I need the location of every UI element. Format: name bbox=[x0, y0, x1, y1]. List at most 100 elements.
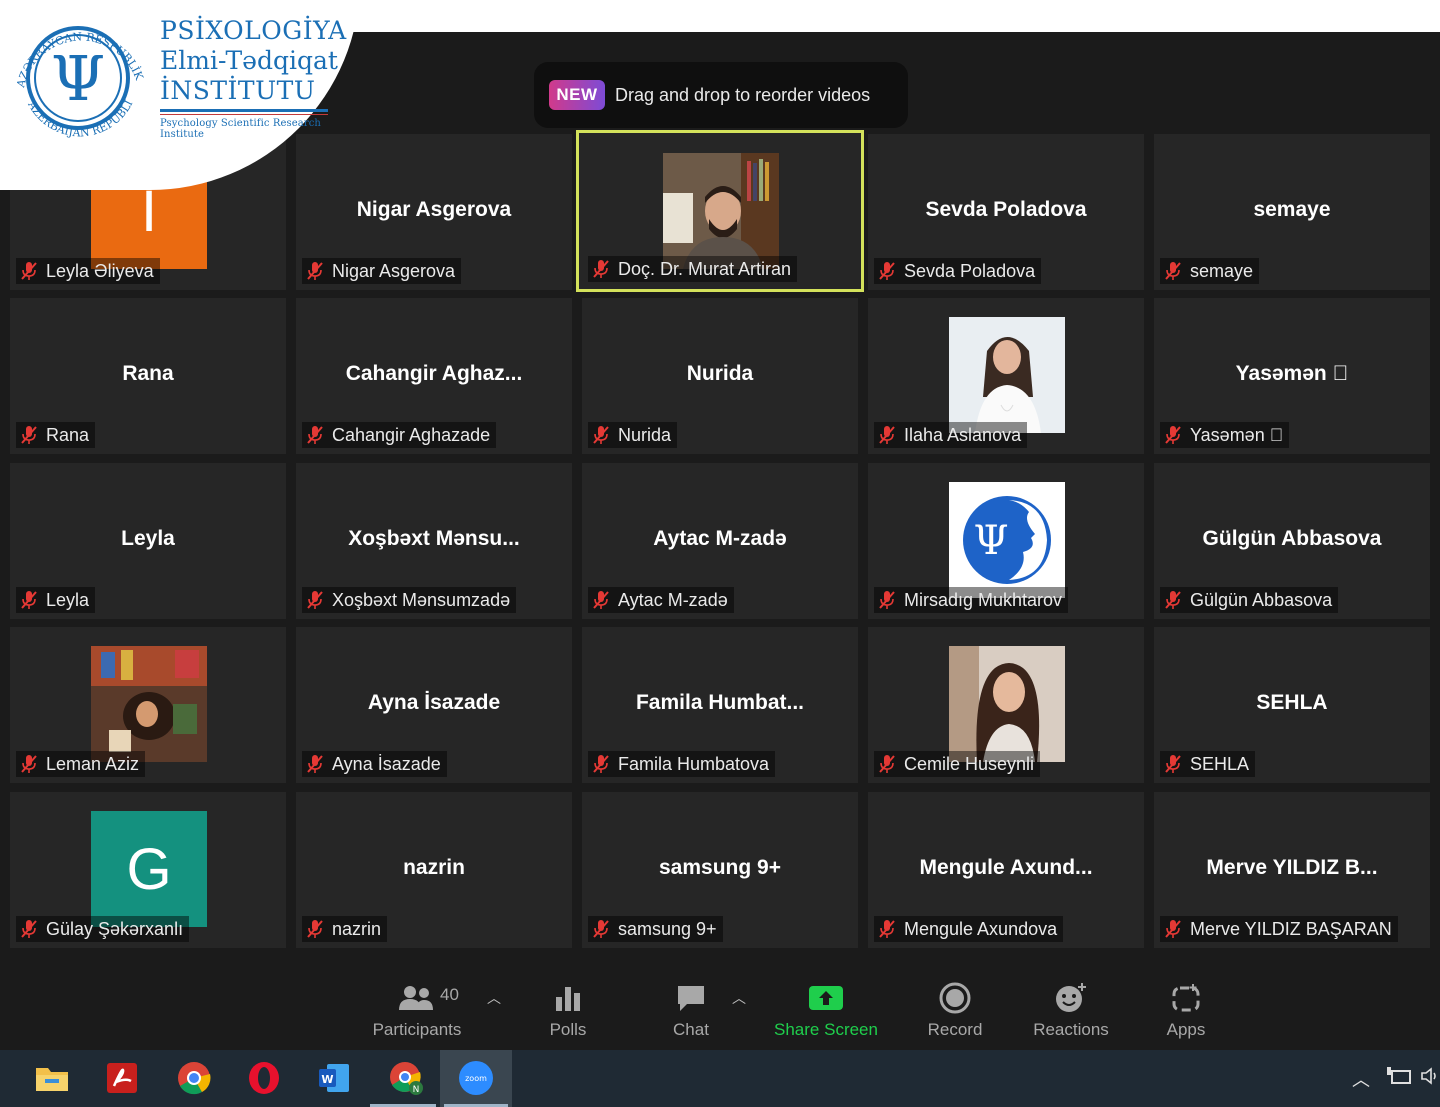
muted-mic-icon bbox=[20, 919, 38, 939]
volume-icon[interactable] bbox=[1420, 1066, 1440, 1091]
share-screen-button[interactable]: Share Screen bbox=[770, 980, 882, 1040]
muted-mic-icon bbox=[878, 919, 896, 939]
meeting-toolbar: 40 Participants ︿ Polls Chat ︿ Share Scr… bbox=[0, 970, 1440, 1048]
chrome-icon[interactable] bbox=[176, 1060, 212, 1096]
show-hidden-icons-chevron-icon[interactable]: ︿ bbox=[1352, 1066, 1370, 1092]
acrobat-reader-icon[interactable] bbox=[104, 1060, 140, 1096]
participant-tile[interactable]: Leman Aziz bbox=[10, 627, 286, 783]
opera-icon[interactable] bbox=[246, 1060, 282, 1096]
network-icon[interactable] bbox=[1386, 1066, 1412, 1091]
participant-name: Leyla bbox=[46, 589, 90, 610]
participants-caret-icon[interactable]: ︿ bbox=[487, 988, 501, 1008]
participant-tile[interactable]: Xoşbəxt Mənsu... Xoşbəxt Mənsumzadə bbox=[296, 463, 572, 619]
reactions-icon bbox=[1056, 983, 1086, 1012]
participant-name-label: Leman Aziz bbox=[16, 751, 146, 777]
participant-name-label: Leyla bbox=[16, 587, 96, 613]
polls-icon bbox=[556, 987, 580, 1011]
participant-tile[interactable]: Mengule Axund... Mengule Axundova bbox=[868, 792, 1144, 948]
participant-tile[interactable]: samsung 9+ samsung 9+ bbox=[582, 792, 858, 948]
participant-tile[interactable]: nazrin nazrin bbox=[296, 792, 572, 948]
zoom-icon[interactable]: zoom bbox=[458, 1060, 494, 1096]
participant-tile[interactable]: Doç. Dr. Murat Artiran bbox=[576, 130, 864, 292]
apps-button[interactable]: Apps bbox=[1160, 980, 1212, 1040]
participant-name: Sevda Poladova bbox=[904, 260, 1036, 281]
participant-tile[interactable]: Famila Humbat... Famila Humbatova bbox=[582, 627, 858, 783]
participants-button[interactable]: 40 Participants bbox=[368, 980, 466, 1040]
participant-name: Mirsadıg Mukhtarov bbox=[904, 589, 1063, 610]
muted-mic-icon bbox=[878, 261, 896, 281]
chrome-profile-icon[interactable]: N bbox=[388, 1060, 424, 1096]
participant-tile[interactable]: Gülgün Abbasova Gülgün Abbasova bbox=[1154, 463, 1430, 619]
participant-tile[interactable]: Sevda Poladova Sevda Poladova bbox=[868, 134, 1144, 290]
chat-button[interactable]: Chat bbox=[662, 980, 720, 1040]
polls-button[interactable]: Polls bbox=[540, 980, 596, 1040]
record-icon bbox=[939, 982, 971, 1014]
participant-name-label: Rana bbox=[16, 422, 96, 448]
participant-name-label: Ilaha Aslanova bbox=[874, 422, 1028, 448]
participant-display-name: Ayna İsazade bbox=[367, 691, 501, 714]
participant-tile[interactable]: Cahangir Aghaz... Cahangir Aghazade bbox=[296, 298, 572, 454]
reactions-button[interactable]: Reactions bbox=[1030, 980, 1112, 1040]
participant-name-label: Doç. Dr. Murat Artiran bbox=[588, 256, 798, 282]
record-button[interactable]: Record bbox=[922, 980, 988, 1040]
participant-tile[interactable]: Ψ Mirsadıg Mukhtarov bbox=[868, 463, 1144, 619]
participant-name-label: Yasəmən 󰀀 bbox=[1160, 422, 1290, 448]
participant-tile[interactable]: G Gülay Şəkərxanlı bbox=[10, 792, 286, 948]
muted-mic-icon bbox=[306, 590, 324, 610]
participant-tile[interactable]: Ilaha Aslanova bbox=[868, 298, 1144, 454]
participant-name: Cemile Huseynli bbox=[904, 753, 1035, 774]
participant-name: Mengule Axundova bbox=[904, 918, 1058, 939]
participant-video bbox=[949, 317, 1065, 433]
participant-tile[interactable]: Rana Rana bbox=[10, 298, 286, 454]
participant-tile[interactable]: Yasəmən 󰀀 Yasəmən 󰀀 bbox=[1154, 298, 1430, 454]
participant-tile[interactable]: SEHLA SEHLA bbox=[1154, 627, 1430, 783]
participant-display-name: Sevda Poladova bbox=[925, 198, 1087, 221]
chat-caret-icon[interactable]: ︿ bbox=[732, 988, 746, 1008]
participant-tile[interactable]: Leyla Leyla bbox=[10, 463, 286, 619]
muted-mic-icon bbox=[20, 425, 38, 445]
participant-tile[interactable]: Merve YILDIZ B... Merve YILDIZ BAŞARAN bbox=[1154, 792, 1430, 948]
reactions-label: Reactions bbox=[1033, 1020, 1109, 1039]
muted-mic-icon bbox=[20, 590, 38, 610]
participant-display-name: Leyla bbox=[121, 527, 175, 550]
apps-icon bbox=[1172, 984, 1200, 1012]
participant-tile[interactable]: Aytac M-zadə Aytac M-zadə bbox=[582, 463, 858, 619]
participant-video bbox=[663, 153, 779, 269]
participant-name: Xoşbəxt Mənsumzadə bbox=[332, 589, 511, 610]
muted-mic-icon bbox=[592, 919, 610, 939]
windows-taskbar: W N zoom ︿ bbox=[0, 1050, 1440, 1107]
muted-mic-icon bbox=[592, 754, 610, 774]
participant-name-label: Famila Humbatova bbox=[588, 751, 776, 777]
participant-video bbox=[91, 646, 207, 762]
participant-name: Cahangir Aghazade bbox=[332, 424, 491, 445]
institute-seal-icon: AZƏRBAYCAN RESPUBLİKASI AZERBAIJAN REPUB… bbox=[10, 8, 146, 140]
muted-mic-icon bbox=[592, 425, 610, 445]
participant-tile[interactable]: Nigar Asgerova Nigar Asgerova bbox=[296, 134, 572, 290]
logo-rule bbox=[160, 109, 328, 112]
institute-logo: AZƏRBAYCAN RESPUBLİKASI AZERBAIJAN REPUB… bbox=[10, 8, 360, 148]
participant-name-label: semaye bbox=[1160, 258, 1260, 284]
participant-name-label: Cemile Huseynli bbox=[874, 751, 1041, 777]
participant-tile[interactable]: Cemile Huseynli bbox=[868, 627, 1144, 783]
participant-name-label: Ayna İsazade bbox=[302, 751, 447, 777]
participant-name: Nigar Asgerova bbox=[332, 260, 456, 281]
logo-subtitle: Psychology Scientific Research Institute bbox=[160, 118, 321, 140]
word-icon[interactable]: W bbox=[316, 1060, 352, 1096]
file-explorer-icon[interactable] bbox=[34, 1060, 70, 1096]
participant-video bbox=[949, 646, 1065, 762]
participant-tile[interactable]: Ayna İsazade Ayna İsazade bbox=[296, 627, 572, 783]
new-badge: NEW bbox=[549, 80, 605, 110]
participant-tile[interactable]: semaye semaye bbox=[1154, 134, 1430, 290]
muted-mic-icon bbox=[306, 261, 324, 281]
logo-line-2: Elmi-Tədqiqat bbox=[160, 46, 338, 75]
participant-display-name: SEHLA bbox=[1256, 691, 1328, 714]
participant-name-label: Cahangir Aghazade bbox=[302, 422, 497, 448]
logo-line-1: PSİXOLOGİYA bbox=[160, 16, 347, 45]
participant-display-name: Rana bbox=[122, 362, 174, 385]
reorder-tip-banner[interactable]: NEW Drag and drop to reorder videos bbox=[534, 62, 908, 128]
participant-name-label: nazrin bbox=[302, 916, 388, 942]
participant-tile[interactable]: Nurida Nurida bbox=[582, 298, 858, 454]
participant-name: Leman Aziz bbox=[46, 753, 140, 774]
participant-display-name: Nurida bbox=[686, 362, 754, 385]
muted-mic-icon bbox=[1164, 754, 1182, 774]
